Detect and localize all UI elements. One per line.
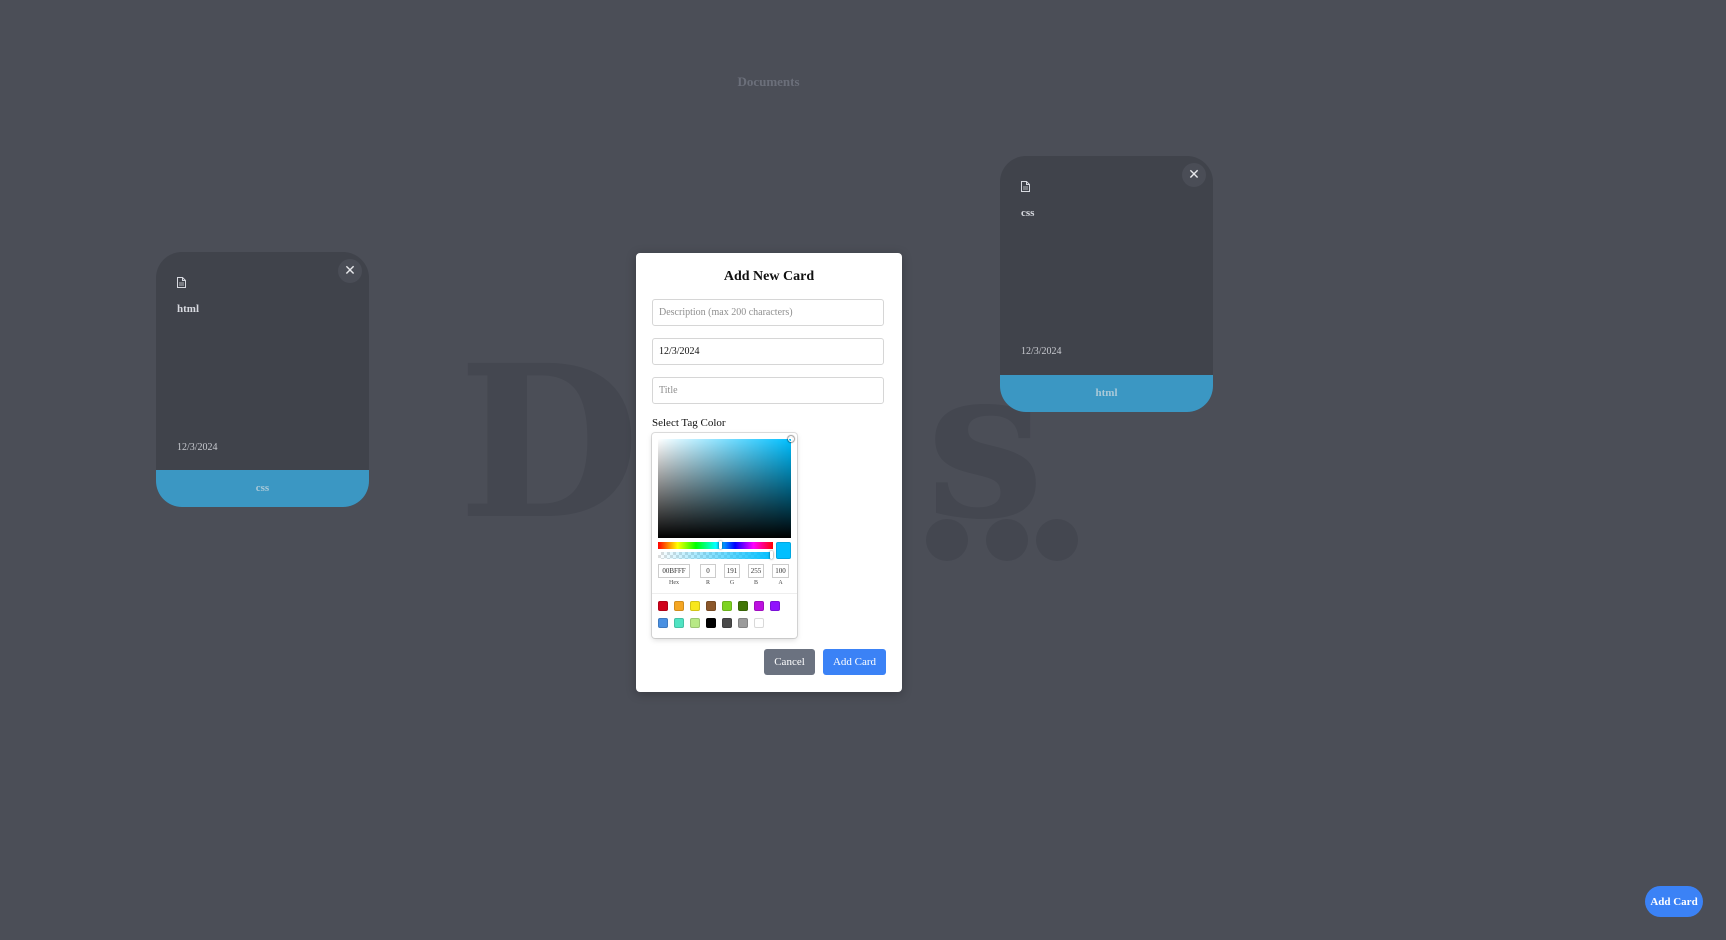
color-preset-swatch[interactable]: [754, 601, 764, 611]
hue-slider-handle[interactable]: [719, 541, 722, 549]
color-preset-swatch[interactable]: [706, 601, 716, 611]
red-label: R: [705, 580, 710, 586]
card-description: html: [177, 303, 199, 315]
hex-field: Hex: [658, 564, 690, 586]
card-date: 12/3/2024: [1021, 346, 1062, 357]
color-preset-swatch[interactable]: [674, 618, 684, 628]
cancel-button[interactable]: Cancel: [764, 649, 815, 675]
color-preset-swatch[interactable]: [738, 618, 748, 628]
saturation-area[interactable]: [658, 439, 791, 538]
description-input[interactable]: [652, 299, 884, 326]
color-preset-swatch[interactable]: [690, 601, 700, 611]
page: Documents Do s ✕ html 12/3/2024 css ✕ css…: [0, 0, 1726, 940]
tag-color-label: Select Tag Color: [652, 417, 726, 429]
blue-input[interactable]: [748, 564, 764, 578]
alpha-field: A: [772, 564, 789, 586]
alpha-input[interactable]: [772, 564, 789, 578]
alpha-label: A: [778, 580, 783, 586]
card-date: 12/3/2024: [177, 442, 218, 453]
color-preset-swatch[interactable]: [738, 601, 748, 611]
preset-divider: [652, 593, 797, 594]
title-input[interactable]: [652, 377, 884, 404]
color-preset-swatch[interactable]: [674, 601, 684, 611]
blue-field: B: [748, 564, 764, 586]
page-heading: Documents: [737, 74, 800, 89]
red-field: R: [700, 564, 716, 586]
hex-input[interactable]: [658, 564, 690, 578]
color-preset-swatch[interactable]: [658, 618, 668, 628]
color-preset-swatch[interactable]: [690, 618, 700, 628]
blue-label: B: [753, 580, 758, 586]
color-preset-swatch[interactable]: [658, 601, 668, 611]
color-preset-swatch[interactable]: [754, 618, 764, 628]
close-button[interactable]: ✕: [1182, 163, 1206, 187]
add-card-button[interactable]: Add Card: [823, 649, 886, 675]
document-card[interactable]: ✕ css 12/3/2024 html: [1000, 156, 1213, 412]
red-input[interactable]: [700, 564, 716, 578]
hue-slider[interactable]: [658, 541, 773, 549]
color-preview-swatch: [776, 542, 791, 559]
green-label: G: [729, 580, 735, 586]
card-description: css: [1021, 207, 1035, 219]
color-preset-swatch[interactable]: [722, 601, 732, 611]
color-picker: Hex R G B A: [652, 433, 797, 638]
alpha-slider-handle[interactable]: [770, 551, 773, 559]
add-card-modal: Add New Card Select Tag Color Hex: [636, 253, 902, 692]
document-icon: [1021, 181, 1030, 192]
green-input[interactable]: [724, 564, 740, 578]
card-tag: css: [156, 470, 369, 507]
background-dot: [986, 519, 1028, 561]
card-tag: html: [1000, 375, 1213, 412]
add-card-fab-button[interactable]: Add Card: [1645, 886, 1703, 917]
document-card[interactable]: ✕ html 12/3/2024 css: [156, 252, 369, 507]
color-preset-swatch[interactable]: [722, 618, 732, 628]
date-input[interactable]: [652, 338, 884, 365]
color-inputs: Hex R G B A: [658, 564, 791, 588]
document-icon: [177, 277, 186, 288]
background-dot: [926, 519, 968, 561]
background-dot: [1036, 519, 1078, 561]
green-field: G: [724, 564, 740, 586]
color-preset-swatch[interactable]: [706, 618, 716, 628]
alpha-slider[interactable]: [658, 551, 773, 559]
color-preset-swatch[interactable]: [770, 601, 780, 611]
hex-label: Hex: [669, 580, 679, 586]
saturation-pointer[interactable]: [789, 437, 793, 441]
close-button[interactable]: ✕: [338, 259, 362, 283]
modal-title: Add New Card: [723, 269, 815, 284]
